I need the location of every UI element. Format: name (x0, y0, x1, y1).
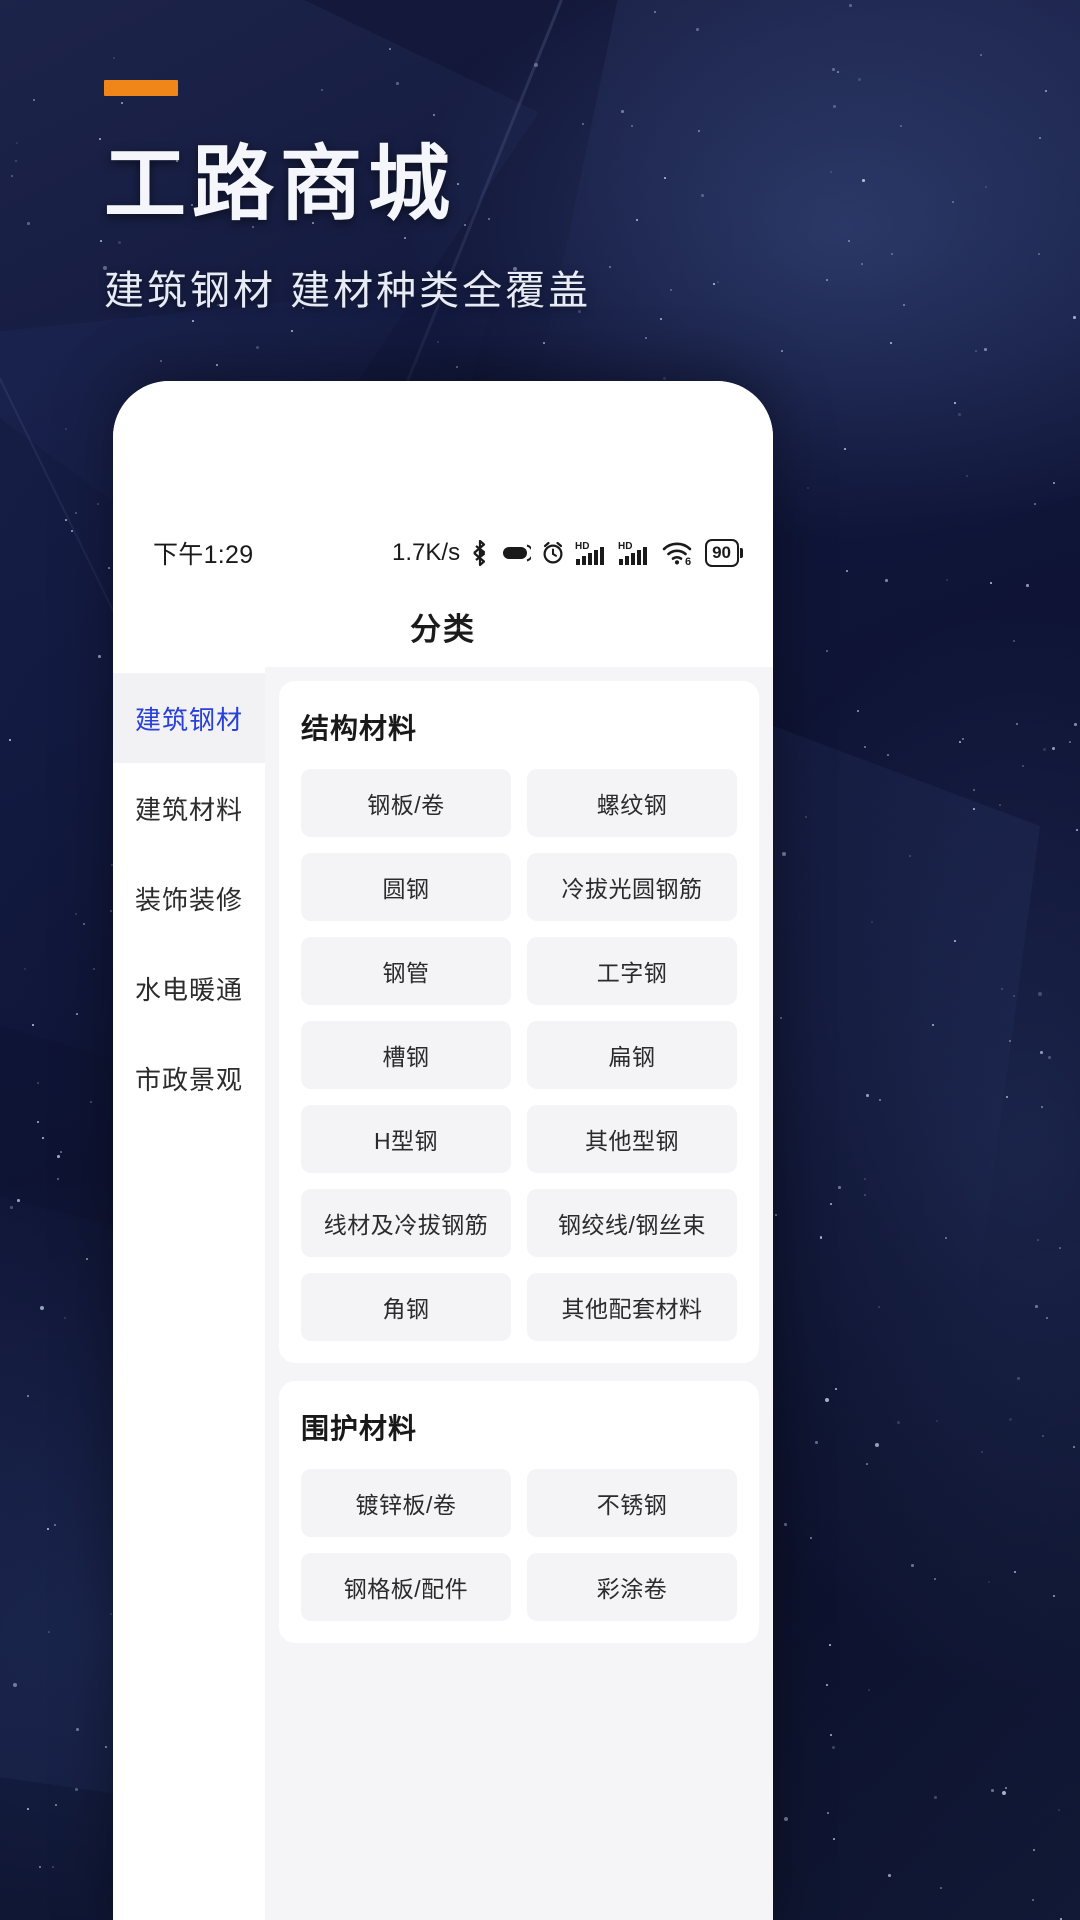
subcategory-chip[interactable]: 彩涂卷 (527, 1553, 737, 1621)
bluetooth-icon (473, 539, 486, 567)
svg-text:HD: HD (618, 541, 632, 552)
subcategory-chip[interactable]: 线材及冷拔钢筋 (301, 1189, 511, 1257)
sidebar-item-2[interactable]: 建筑材料 (113, 763, 265, 853)
sidebar-item-label: 建筑钢材 (134, 704, 243, 735)
subcategory-chip[interactable]: 角钢 (301, 1273, 511, 1341)
section-title: 结构材料 (301, 713, 418, 744)
sidebar-item-4[interactable]: 水电暖通 (113, 943, 265, 1033)
subcategory-chip[interactable]: 镀锌板/卷 (301, 1469, 511, 1537)
eye-comfort-icon (503, 544, 532, 562)
wifi6-icon: 6 (662, 542, 692, 566)
subcategory-chip[interactable]: H型钢 (301, 1105, 511, 1173)
subcategory-chip[interactable]: 钢板/卷 (301, 769, 511, 837)
subcategory-chip[interactable]: 工字钢 (527, 937, 737, 1005)
subcategory-grid: 镀锌板/卷 不锈钢 钢格板/配件 彩涂卷 (301, 1469, 737, 1621)
page-title: 工路商城 (104, 139, 457, 230)
subcategory-chip[interactable]: 槽钢 (301, 1021, 511, 1089)
subcategory-chip[interactable]: 其他型钢 (527, 1105, 737, 1173)
network-speed-label: 1.7K/s (392, 539, 461, 566)
phone-mockup: 下午1:29 1.7K/s HD HD 6 90 分类 建筑钢材 建筑材料 装饰… (113, 381, 773, 1920)
subcategory-chip[interactable]: 钢管 (301, 937, 511, 1005)
sidebar-item-3[interactable]: 装饰装修 (113, 853, 265, 943)
subcategory-chip[interactable]: 钢格板/配件 (301, 1553, 511, 1621)
subcategory-chip[interactable]: 其他配套材料 (527, 1273, 737, 1341)
status-bar: 下午1:29 1.7K/s HD HD 6 90 (113, 521, 773, 585)
nav-title: 分类 (410, 611, 476, 647)
page-subtitle: 建筑钢材 建材种类全覆盖 (104, 269, 592, 313)
category-section-card: 结构材料钢板/卷 螺纹钢 圆钢 冷拔光圆钢筋 钢管 工字钢 槽钢 扁钢 H型钢 其他型钢 线材及冷拔… (279, 681, 759, 1363)
phone-screen: 下午1:29 1.7K/s HD HD 6 90 分类 建筑钢材 建筑材料 装饰… (113, 381, 773, 1920)
sidebar-item-label: 市政景观 (134, 1064, 243, 1095)
subcategory-grid: 钢板/卷 螺纹钢 圆钢 冷拔光圆钢筋 钢管 工字钢 槽钢 扁钢 H型钢 其他型钢 线材及冷拔钢筋 钢绞… (301, 769, 737, 1341)
status-time: 下午1:29 (153, 541, 254, 569)
battery-indicator: 90 (705, 539, 739, 567)
subcategory-chip[interactable]: 冷拔光圆钢筋 (527, 853, 737, 921)
subcategory-chip[interactable]: 圆钢 (301, 853, 511, 921)
subcategory-chip[interactable]: 扁钢 (527, 1021, 737, 1089)
subcategory-chip[interactable]: 钢绞线/钢丝束 (527, 1189, 737, 1257)
hero-text-block: 工路商城 建筑钢材 建材种类全覆盖 (104, 80, 591, 316)
subcategory-chip[interactable]: 不锈钢 (527, 1469, 737, 1537)
content-area: 建筑钢材建筑材料装饰装修水电暖通市政景观 结构材料钢板/卷 螺纹钢 圆钢 冷拔光圆钢筋… (113, 667, 773, 1920)
sidebar-item-5[interactable]: 市政景观 (113, 1033, 265, 1123)
nav-bar: 分类 (113, 585, 773, 667)
sidebar-item-label: 装饰装修 (134, 884, 243, 915)
category-section-card: 围护材料镀锌板/卷 不锈钢 钢格板/配件 彩涂卷 (279, 1381, 759, 1643)
status-icons: 1.7K/s HD HD 6 90 (392, 539, 739, 567)
category-panel[interactable]: 结构材料钢板/卷 螺纹钢 圆钢 冷拔光圆钢筋 钢管 工字钢 槽钢 扁钢 H型钢 其他型钢 线材及冷拔… (265, 667, 773, 1920)
subcategory-chip[interactable]: 螺纹钢 (527, 769, 737, 837)
sidebar-item-1[interactable]: 建筑钢材 (113, 673, 265, 763)
svg-text:6: 6 (685, 556, 691, 566)
category-sidebar[interactable]: 建筑钢材建筑材料装饰装修水电暖通市政景观 (113, 667, 265, 1920)
svg-text:HD: HD (575, 541, 589, 552)
hd-signal-icon: HD (618, 541, 648, 565)
alarm-icon (543, 541, 563, 564)
sidebar-item-label: 建筑材料 (134, 794, 243, 825)
section-title: 围护材料 (301, 1413, 418, 1444)
hd-signal-icon: HD (575, 541, 605, 565)
accent-bar (104, 80, 178, 96)
sidebar-item-label: 水电暖通 (134, 974, 243, 1005)
